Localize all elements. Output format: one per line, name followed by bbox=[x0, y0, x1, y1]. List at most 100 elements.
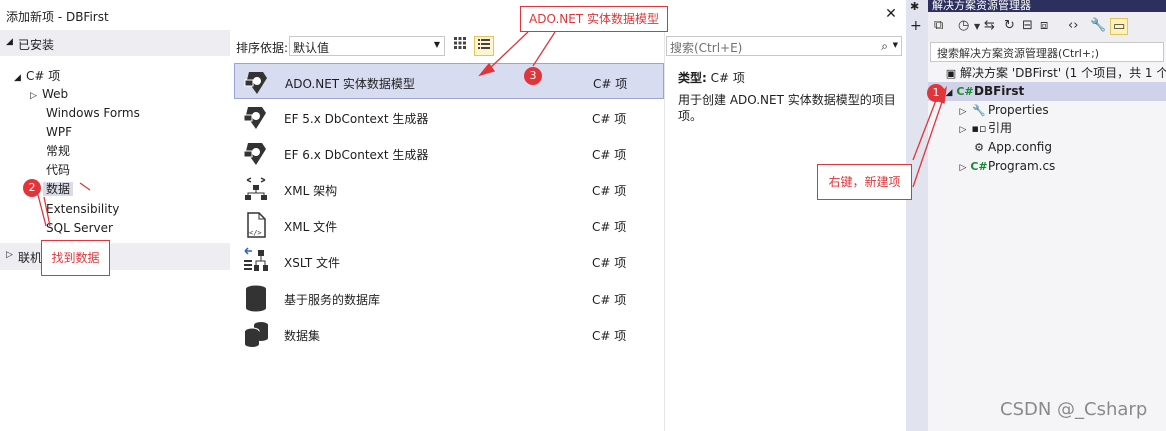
tree-item-web[interactable]: ▷ Web bbox=[30, 85, 68, 103]
tree-row-label: App.config bbox=[988, 140, 1052, 154]
template-language: C# 项 bbox=[592, 220, 627, 234]
collapsed-arrow-icon: ▷ bbox=[6, 250, 13, 260]
online-header[interactable]: ▷ 联机 bbox=[0, 243, 230, 270]
xml-file-icon: </> bbox=[242, 211, 270, 239]
template-row-ef5[interactable]: EF 5.x DbContext 生成器 C# 项 bbox=[234, 99, 664, 135]
tree-item-data[interactable]: 数据 bbox=[43, 180, 74, 198]
tree-item-sql-server[interactable]: SQL Server bbox=[46, 219, 113, 237]
preview-icon[interactable]: ▭ bbox=[1110, 18, 1129, 35]
add-icon[interactable]: + bbox=[910, 18, 922, 34]
dbcontext-generator-icon bbox=[242, 139, 270, 167]
side-strip: ✱ + bbox=[906, 0, 928, 431]
pin-icon[interactable]: ✱ bbox=[910, 0, 919, 13]
expanded-arrow-icon: ◢ bbox=[14, 73, 21, 83]
tree-item-label: 常规 bbox=[46, 144, 71, 158]
history-icon[interactable]: ◷ bbox=[958, 18, 969, 33]
csharp-project-icon: C# bbox=[956, 85, 974, 98]
dropdown-arrow-icon: ▼ bbox=[433, 40, 440, 49]
template-name: 基于服务的数据库 bbox=[284, 293, 381, 307]
close-icon[interactable]: ✕ bbox=[882, 5, 900, 23]
dataset-icon bbox=[242, 320, 270, 348]
annotation-1-box: 右键，新建项 bbox=[817, 164, 912, 200]
template-language: C# 项 bbox=[592, 148, 627, 162]
template-row-xml-file[interactable]: </> XML 文件 C# 项 bbox=[234, 207, 664, 243]
solution-explorer: 解决方案资源管理器 ⧉ ◷ ▼ ⇆ ↻ ⊟ ⧈ ‹› 🔧 ▭ 搜索解决方案资源管… bbox=[928, 0, 1166, 431]
show-all-files-icon[interactable]: ⧈ bbox=[1040, 18, 1048, 33]
tree-row-label: DBFirst bbox=[974, 84, 1025, 98]
dropdown-arrow-icon[interactable]: ▼ bbox=[893, 41, 898, 49]
template-language: C# 项 bbox=[592, 256, 627, 270]
tree-row-references[interactable]: ▷ ▪▫ 引用 bbox=[956, 119, 1012, 138]
tree-item-label: Windows Forms bbox=[46, 106, 140, 120]
tree-item-code[interactable]: 代码 bbox=[46, 161, 70, 179]
refresh-icon[interactable]: ↻ bbox=[1004, 18, 1015, 33]
add-new-item-dialog: 添加新项 - DBFirst ✕ ◢ 已安装 ◢ C# 项 ▷ Web Window… bbox=[0, 0, 906, 431]
template-list-panel: 排序依据: 默认值 ▼ ADO.NET 实体数据模型 C# 项 EF 5.x D… bbox=[230, 30, 664, 431]
installed-header[interactable]: ◢ 已安装 bbox=[0, 30, 230, 56]
tree-item-general[interactable]: 常规 bbox=[46, 142, 70, 160]
tree-row-app-config[interactable]: ⚙ App.config bbox=[970, 138, 1052, 157]
sync-icon[interactable]: ⇆ bbox=[984, 18, 995, 33]
installed-label: 已安装 bbox=[18, 38, 55, 52]
template-detail-panel: 搜索(Ctrl+E) ⌕ ▼ 类型: C# 项 用于创建 ADO.NET 实体数… bbox=[664, 30, 906, 431]
annotation-2-badge: 2 bbox=[23, 179, 41, 197]
collapsed-arrow-icon: ▷ bbox=[959, 125, 967, 135]
solution-search-input[interactable]: 搜索解决方案资源管理器(Ctrl+;) bbox=[930, 42, 1164, 62]
tree-row-label: Properties bbox=[988, 103, 1049, 117]
collapsed-arrow-icon: ▷ bbox=[30, 91, 37, 101]
tree-row-label: 解决方案 'DBFirst' (1 个项目，共 1 个) bbox=[960, 66, 1166, 80]
template-search-input[interactable]: 搜索(Ctrl+E) ⌕ ▼ bbox=[666, 36, 902, 56]
template-name: EF 5.x DbContext 生成器 bbox=[284, 112, 429, 126]
dialog-titlebar: 添加新项 - DBFirst ✕ bbox=[0, 0, 906, 30]
tree-item-extensibility[interactable]: Extensibility bbox=[46, 200, 119, 218]
tree-row-properties[interactable]: ▷ 🔧 Properties bbox=[956, 101, 1049, 120]
template-name: XML 文件 bbox=[284, 220, 338, 234]
tree-row-solution[interactable]: ▣ 解决方案 'DBFirst' (1 个项目，共 1 个) bbox=[942, 64, 1166, 83]
template-name: EF 6.x DbContext 生成器 bbox=[284, 148, 429, 162]
template-row-xml-schema[interactable]: XML 架构 C# 项 bbox=[234, 171, 664, 207]
template-row-ef6[interactable]: EF 6.x DbContext 生成器 C# 项 bbox=[234, 135, 664, 171]
grid-view-icon[interactable] bbox=[450, 36, 470, 56]
tree-item-label: C# 项 bbox=[26, 69, 61, 83]
sort-value: 默认值 bbox=[293, 41, 330, 55]
tree-row-label: Program.cs bbox=[988, 159, 1056, 173]
template-name: ADO.NET 实体数据模型 bbox=[285, 77, 415, 91]
xslt-file-icon bbox=[242, 247, 270, 275]
template-name: XSLT 文件 bbox=[284, 256, 341, 270]
template-type: 类型: C# 项 bbox=[678, 69, 745, 86]
xml-schema-icon bbox=[242, 175, 270, 203]
solution-explorer-toolbar: ⧉ ◷ ▼ ⇆ ↻ ⊟ ⧈ ‹› 🔧 ▭ bbox=[928, 12, 1166, 42]
collapse-all-icon[interactable]: ⊟ bbox=[1022, 18, 1033, 33]
solution-explorer-title: 解决方案资源管理器 bbox=[928, 0, 1166, 12]
template-row-dataset[interactable]: 数据集 C# 项 bbox=[234, 316, 664, 352]
type-label: 类型: bbox=[678, 71, 707, 85]
tree-row-label: 引用 bbox=[988, 121, 1013, 135]
tree-item-label: 代码 bbox=[46, 163, 71, 177]
switch-views-icon[interactable]: ⧉ bbox=[934, 18, 943, 33]
tree-row-program-cs[interactable]: ▷ C#Program.cs bbox=[956, 157, 1056, 176]
tree-item-windows-forms[interactable]: Windows Forms bbox=[46, 104, 140, 122]
template-language: C# 项 bbox=[592, 293, 627, 307]
template-name: 数据集 bbox=[284, 329, 321, 343]
template-language: C# 项 bbox=[593, 77, 628, 91]
view-code-icon[interactable]: ‹› bbox=[1068, 18, 1078, 33]
template-language: C# 项 bbox=[592, 112, 627, 126]
template-row-ado-net[interactable]: ADO.NET 实体数据模型 C# 项 bbox=[234, 63, 664, 99]
online-label: 联机 bbox=[18, 251, 43, 265]
tree-row-project[interactable]: ◢ C#DBFirst bbox=[928, 82, 1166, 101]
list-view-icon[interactable] bbox=[474, 36, 494, 56]
tree-item-wpf[interactable]: WPF bbox=[46, 123, 72, 141]
type-value: C# 项 bbox=[710, 71, 745, 85]
search-placeholder: 搜索(Ctrl+E) bbox=[670, 41, 743, 55]
tree-item-label: SQL Server bbox=[46, 221, 113, 235]
dropdown-arrow-icon[interactable]: ▼ bbox=[974, 22, 980, 31]
expanded-arrow-icon: ◢ bbox=[6, 37, 13, 47]
tree-item-csharp[interactable]: ◢ C# 项 bbox=[14, 67, 60, 85]
template-row-xslt-file[interactable]: XSLT 文件 C# 项 bbox=[234, 243, 664, 279]
template-row-service-database[interactable]: 基于服务的数据库 C# 项 bbox=[234, 280, 664, 316]
properties-icon[interactable]: 🔧 bbox=[1090, 18, 1106, 33]
entity-model-icon bbox=[243, 68, 271, 96]
config-file-icon: ⚙ bbox=[974, 141, 984, 154]
sort-dropdown[interactable]: 默认值 ▼ bbox=[289, 36, 445, 56]
search-icon[interactable]: ⌕ bbox=[881, 39, 888, 54]
